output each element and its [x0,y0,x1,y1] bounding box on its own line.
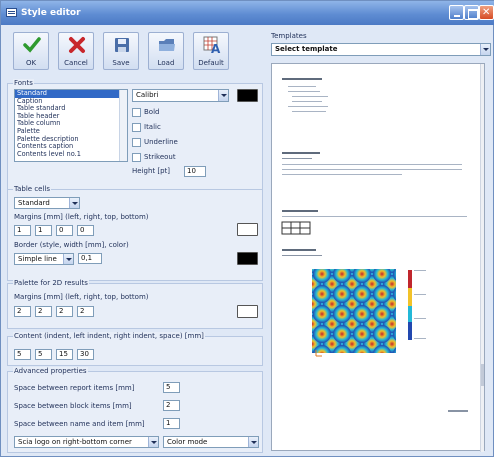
block-items-input[interactable]: 2 [163,400,180,411]
close-button[interactable] [479,5,494,20]
default-label: Default [198,59,224,67]
height-label: Height [pt] [132,167,171,175]
window-title: Style editor [21,8,81,18]
content-group: Content (indent, left indent, right inde… [7,332,263,366]
chevron-down-icon[interactable] [148,437,158,447]
font-color-swatch[interactable] [237,89,258,102]
italic-checkbox[interactable] [132,123,141,132]
font-family-value: Calibri [136,91,159,99]
report-preview [271,63,485,452]
chevron-down-icon[interactable] [480,44,490,55]
scrollbar-thumb[interactable] [481,364,484,386]
name-item-label: Space between name and item [mm] [14,420,145,428]
color-mode-select[interactable]: Color mode [163,436,259,448]
preview-scrollbar[interactable] [480,64,484,452]
table-cells-group: Table cells Standard Margins [mm] (left,… [7,185,263,281]
report-items-input[interactable]: 5 [163,382,180,393]
folder-icon [159,39,175,51]
content-space-input[interactable]: 30 [77,349,94,360]
floppy-disk-icon [115,38,129,52]
title-bar: Style editor [1,1,494,25]
margin-right-input[interactable]: 1 [35,225,52,236]
report-items-label: Space between report items [mm] [14,384,135,392]
strikeout-checkbox[interactable] [132,153,141,162]
ok-label: OK [25,59,37,67]
palette-margin-right-input[interactable]: 2 [35,306,52,317]
app-icon [6,8,17,17]
block-items-label: Space between block items [mm] [14,402,132,410]
border-label: Border (style, width [mm], color) [14,241,129,249]
logo-position-value: Scia logo on right-bottom corner [18,438,132,446]
margin-left-input[interactable]: 1 [14,225,31,236]
palette-group: Palette for 2D results Margins [mm] (lef… [7,279,263,329]
template-select-value: Select template [275,45,338,53]
chevron-down-icon[interactable] [218,90,228,101]
border-color-swatch[interactable] [237,252,258,265]
save-button[interactable]: Save [103,32,139,70]
content-indent-input[interactable]: 5 [14,349,31,360]
default-button[interactable]: A Default [193,32,229,70]
content-right-indent-input[interactable]: 15 [56,349,73,360]
list-scrollbar[interactable] [119,90,127,161]
chevron-down-icon[interactable] [63,254,73,264]
default-style-icon: A [203,36,221,54]
palette-color-swatch[interactable] [237,305,258,318]
save-label: Save [112,59,130,67]
font-family-select[interactable]: Calibri [132,89,229,102]
border-style-value: Simple line [18,255,57,263]
chevron-down-icon[interactable] [248,437,258,447]
preview-page-graphic [281,78,468,412]
margin-bottom-input[interactable]: 0 [77,225,94,236]
cancel-label: Cancel [64,59,88,67]
fonts-title: Fonts [13,79,34,88]
name-item-input[interactable]: 1 [163,418,180,429]
advanced-title: Advanced properties [13,367,88,376]
margin-top-input[interactable]: 0 [56,225,73,236]
content-title: Content (indent, left indent, right inde… [13,332,205,341]
logo-position-select[interactable]: Scia logo on right-bottom corner [14,436,159,448]
templates-pane: Templates Select template [267,29,493,455]
list-item[interactable]: Contents level no.1 [15,150,127,159]
minimize-button[interactable] [449,5,464,20]
cell-margins-label: Margins [mm] (left, right, top, bottom) [14,213,149,221]
bold-label: Bold [144,108,160,116]
cell-color-swatch[interactable] [237,223,258,236]
cross-icon [69,37,85,53]
chevron-down-icon[interactable] [69,198,79,208]
advanced-group: Advanced properties Space between report… [7,367,263,453]
checkmark-icon [23,37,41,53]
palette-title: Palette for 2D results [13,279,89,288]
font-style-list[interactable]: Standard Caption Table standard Table he… [14,89,128,162]
templates-label: Templates [271,32,307,40]
palette-margin-left-input[interactable]: 2 [14,306,31,317]
ok-button[interactable]: OK [13,32,49,70]
style-editor-window: Style editor OK Cancel Save Load A Defau… [0,0,494,457]
underline-label: Underline [144,138,178,146]
table-cells-title: Table cells [13,185,52,194]
template-select[interactable]: Select template [271,43,491,56]
content-left-indent-input[interactable]: 5 [35,349,52,360]
font-height-input[interactable]: 10 [184,166,206,177]
load-button[interactable]: Load [148,32,184,70]
maximize-button[interactable] [464,5,479,20]
color-mode-value: Color mode [167,438,208,446]
bold-checkbox[interactable] [132,108,141,117]
svg-text:A: A [211,42,221,54]
table-style-value: Standard [18,199,50,207]
cancel-button[interactable]: Cancel [58,32,94,70]
table-style-select[interactable]: Standard [14,197,80,209]
underline-checkbox[interactable] [132,138,141,147]
settings-pane: OK Cancel Save Load A Default Fonts Stan… [5,29,263,455]
load-label: Load [157,59,175,67]
palette-margins-label: Margins [mm] (left, right, top, bottom) [14,293,149,301]
strikeout-label: Strikeout [144,153,176,161]
italic-label: Italic [144,123,161,131]
palette-margin-bottom-input[interactable]: 2 [77,306,94,317]
palette-margin-top-input[interactable]: 2 [56,306,73,317]
border-width-input[interactable]: 0,1 [78,253,102,264]
border-style-select[interactable]: Simple line [14,253,74,265]
